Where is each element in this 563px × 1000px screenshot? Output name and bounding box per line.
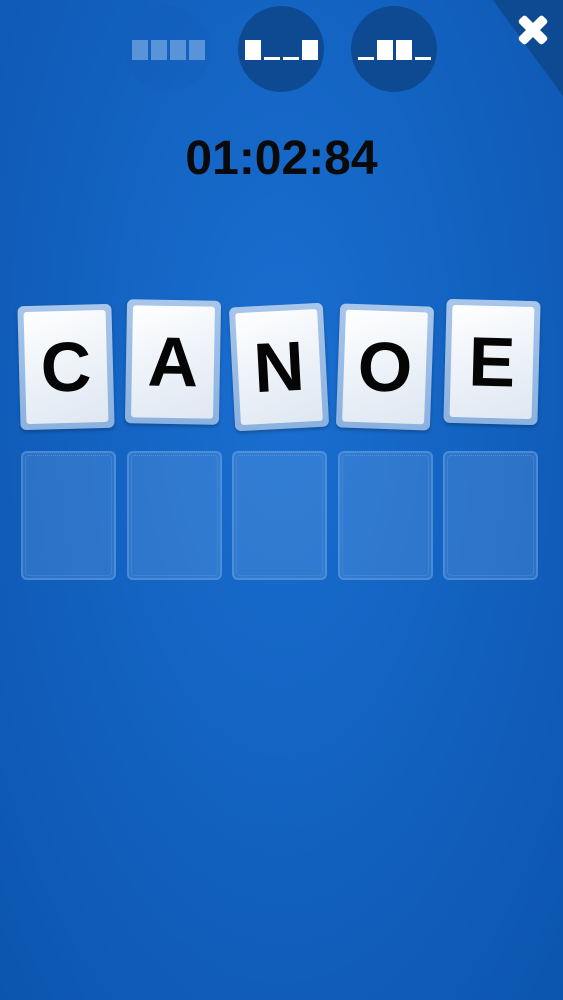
- letter-tile[interactable]: N: [228, 302, 330, 432]
- mode-button-ends[interactable]: [238, 6, 324, 92]
- answer-slot[interactable]: [338, 451, 433, 580]
- answer-slot[interactable]: [21, 451, 116, 580]
- pattern-four-letters-icon: [131, 38, 205, 60]
- answer-slot[interactable]: [127, 451, 222, 580]
- tile-letter: E: [467, 322, 517, 402]
- tile-letter: C: [39, 327, 93, 407]
- timer-display: 01:02:84: [185, 132, 378, 185]
- game-screen: 01:02:84 C A N O E: [0, 0, 563, 1000]
- letter-tile[interactable]: E: [443, 298, 541, 426]
- tile-letter: A: [147, 322, 199, 402]
- mode-button-middle[interactable]: [351, 6, 437, 92]
- letter-tile[interactable]: A: [124, 299, 222, 425]
- close-icon: [493, 0, 563, 96]
- answer-slot[interactable]: [232, 451, 327, 580]
- pattern-first-last-icon: [244, 38, 318, 60]
- answer-slot[interactable]: [443, 451, 538, 580]
- pattern-middle-letters-icon: [357, 38, 431, 60]
- mode-button-full-word[interactable]: [125, 6, 211, 92]
- letter-tile[interactable]: C: [17, 303, 115, 431]
- letter-tile[interactable]: O: [335, 303, 435, 431]
- tile-letter: O: [356, 327, 414, 407]
- close-button[interactable]: [463, 0, 563, 100]
- tile-letter: N: [251, 326, 307, 408]
